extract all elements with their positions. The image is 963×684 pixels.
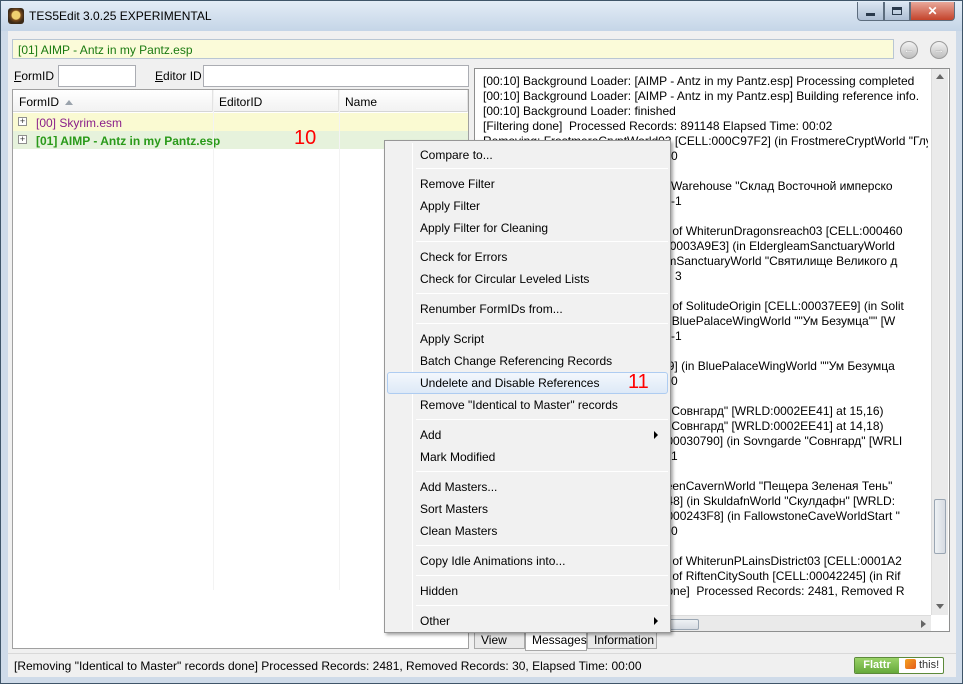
menu-separator xyxy=(416,241,668,242)
maximize-button[interactable] xyxy=(884,2,910,21)
formid-input[interactable] xyxy=(58,65,136,87)
menu-item-add-label: Add xyxy=(420,428,442,442)
log-line: [Filtering done] Processed Records: 8911… xyxy=(483,119,833,133)
flattr-this: this! xyxy=(901,658,943,673)
menu-item-check-circular[interactable]: Check for Circular Leveled Lists xyxy=(387,268,668,290)
editorid-input[interactable] xyxy=(203,65,469,87)
menu-separator xyxy=(416,168,668,169)
vertical-scrollbar[interactable] xyxy=(931,69,948,615)
editorid-label-text: ditor ID xyxy=(163,69,202,83)
column-divider xyxy=(339,90,340,590)
scroll-up-icon[interactable] xyxy=(936,74,944,79)
editorid-label-accel: E xyxy=(155,69,164,83)
tab-view[interactable]: View xyxy=(474,631,525,649)
log-line: [00:10] Background Loader: [AIMP - Antz … xyxy=(483,89,920,103)
column-header-formid-label: FormID xyxy=(19,95,59,109)
menu-separator xyxy=(416,545,668,546)
menu-item-hidden[interactable]: Hidden xyxy=(387,580,668,602)
log-line: [00:10] Background Loader: finished xyxy=(483,104,676,118)
editorid-label: Editor ID xyxy=(155,69,202,83)
scroll-right-icon[interactable] xyxy=(921,620,926,628)
menu-item-clean-masters[interactable]: Clean Masters xyxy=(387,520,668,542)
tab-messages[interactable]: Messages xyxy=(525,631,587,651)
close-icon: ✕ xyxy=(927,4,938,18)
close-button[interactable]: ✕ xyxy=(910,2,955,21)
menu-item-apply-script[interactable]: Apply Script xyxy=(387,328,668,350)
menu-item-other-label: Other xyxy=(420,614,451,628)
menu-item-add[interactable]: Add xyxy=(387,424,668,446)
column-header-name[interactable]: Name xyxy=(339,90,468,112)
menu-separator xyxy=(416,293,668,294)
menu-separator xyxy=(416,323,668,324)
maximize-icon xyxy=(892,7,902,15)
arrow-right-icon: → xyxy=(933,43,945,56)
app-icon xyxy=(8,8,24,24)
column-header-editorid[interactable]: EditorID xyxy=(213,90,339,112)
menu-item-add-masters[interactable]: Add Masters... xyxy=(387,476,668,498)
menu-separator xyxy=(416,605,668,606)
title-bar[interactable]: TES5Edit 3.0.25 EXPERIMENTAL ✕ xyxy=(1,1,962,31)
menu-separator xyxy=(416,575,668,576)
minimize-icon xyxy=(866,12,875,16)
minimize-button[interactable] xyxy=(857,2,884,21)
tree-row-label: [01] AIMP - Antz in my Pantz.esp xyxy=(36,134,221,148)
vertical-scroll-thumb[interactable] xyxy=(934,499,946,554)
formid-label: FormID xyxy=(14,69,54,83)
expand-icon[interactable]: + xyxy=(18,135,27,144)
path-bar: [01] AIMP - Antz in my Pantz.esp xyxy=(12,39,894,59)
status-text: [Removing "Identical to Master" records … xyxy=(14,659,642,673)
tree-row-skyrim[interactable]: + [00] Skyrim.esm xyxy=(13,113,468,131)
column-divider xyxy=(213,90,214,590)
menu-item-apply-filter[interactable]: Apply Filter xyxy=(387,195,668,217)
column-header-formid[interactable]: FormID xyxy=(13,90,213,112)
menu-item-sort-masters[interactable]: Sort Masters xyxy=(387,498,668,520)
flattr-label: Flattr xyxy=(855,658,899,673)
menu-item-compare-to[interactable]: Compare to... xyxy=(387,144,668,166)
menu-item-apply-filter-cleaning[interactable]: Apply Filter for Cleaning xyxy=(387,217,668,239)
tree-row-label: [00] Skyrim.esm xyxy=(36,116,123,130)
arrow-left-icon: ← xyxy=(903,43,915,56)
status-bar: [Removing "Identical to Master" records … xyxy=(8,653,956,677)
menu-separator xyxy=(416,419,668,420)
scroll-down-icon[interactable] xyxy=(936,604,944,609)
tab-information[interactable]: Information xyxy=(587,631,657,649)
annotation-11: 11 xyxy=(628,371,649,393)
sort-ascending-icon xyxy=(65,100,73,106)
menu-item-other[interactable]: Other xyxy=(387,610,668,632)
menu-item-copy-idle[interactable]: Copy Idle Animations into... xyxy=(387,550,668,572)
flattr-button[interactable]: Flattr this! xyxy=(854,657,944,674)
formid-label-text: ormID xyxy=(21,69,55,83)
window-title: TES5Edit 3.0.25 EXPERIMENTAL xyxy=(29,9,212,23)
flattr-this-label: this! xyxy=(919,659,940,671)
expand-icon[interactable]: + xyxy=(18,117,27,126)
submenu-arrow-icon xyxy=(654,431,658,439)
submenu-arrow-icon xyxy=(654,617,658,625)
forward-button[interactable]: → xyxy=(930,41,948,59)
flattr-icon xyxy=(905,659,916,669)
menu-item-check-errors[interactable]: Check for Errors xyxy=(387,246,668,268)
menu-item-remove-filter[interactable]: Remove Filter xyxy=(387,173,668,195)
menu-item-mark-modified[interactable]: Mark Modified xyxy=(387,446,668,468)
back-button[interactable]: ← xyxy=(900,41,918,59)
menu-separator xyxy=(416,471,668,472)
tree-header: FormID EditorID Name xyxy=(13,90,468,112)
annotation-10: 10 xyxy=(294,127,317,149)
menu-item-renumber-formids[interactable]: Renumber FormIDs from... xyxy=(387,298,668,320)
log-line: [00:10] Background Loader: [AIMP - Antz … xyxy=(483,74,915,88)
menu-item-remove-itm[interactable]: Remove "Identical to Master" records xyxy=(387,394,668,416)
menu-item-batch-change[interactable]: Batch Change Referencing Records xyxy=(387,350,668,372)
menu-item-undelete-disable[interactable]: Undelete and Disable References xyxy=(387,372,668,394)
